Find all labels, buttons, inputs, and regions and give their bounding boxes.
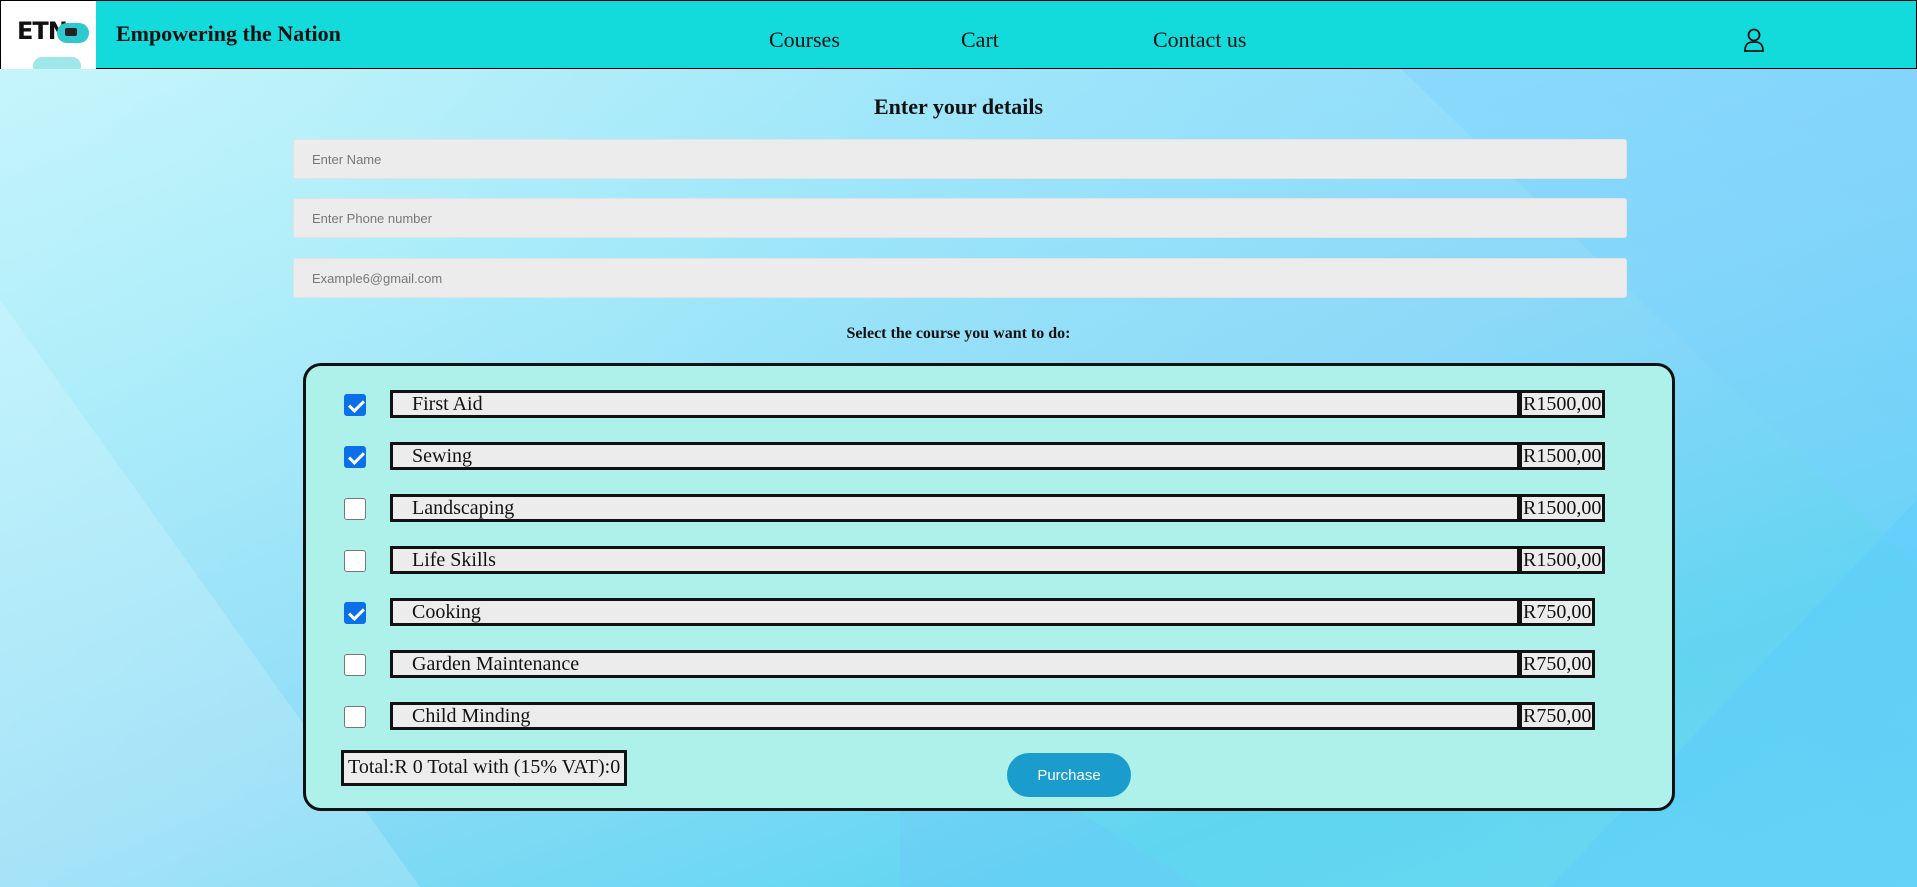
course-price: R1500,00: [1520, 442, 1606, 470]
course-price: R750,00: [1520, 650, 1596, 678]
name-input[interactable]: [293, 139, 1627, 179]
course-checkbox[interactable]: [344, 654, 366, 676]
course-checkbox[interactable]: [344, 394, 366, 416]
email-input[interactable]: [293, 258, 1627, 298]
brand-title: Empowering the Nation: [116, 21, 341, 46]
course-price: R1500,00: [1520, 390, 1606, 418]
details-heading: Enter your details: [873, 94, 1044, 119]
course-price: R1500,00: [1520, 494, 1606, 522]
course-name: Life Skills: [390, 546, 1520, 574]
purchase-button[interactable]: Purchase: [1007, 753, 1131, 797]
course-row: Garden Maintenance R750,00: [306, 649, 1672, 679]
nav-courses[interactable]: Courses: [769, 27, 840, 53]
course-row: Landscaping R1500,00: [306, 493, 1672, 523]
course-name: Garden Maintenance: [390, 650, 1520, 678]
course-panel: First Aid R1500,00 Sewing R1500,00 Lands…: [303, 363, 1675, 811]
nav-cart[interactable]: Cart: [961, 27, 999, 53]
course-row: Life Skills R1500,00: [306, 545, 1672, 575]
top-navbar: ETN Empowering the Nation Courses Cart C…: [0, 0, 1917, 69]
course-checkbox[interactable]: [344, 498, 366, 520]
course-name: Child Minding: [390, 702, 1520, 730]
course-checkbox[interactable]: [344, 602, 366, 624]
user-icon[interactable]: [1743, 28, 1765, 52]
course-name: Sewing: [390, 442, 1520, 470]
course-name: Cooking: [390, 598, 1520, 626]
nav-contact-us[interactable]: Contact us: [1153, 27, 1247, 53]
course-select-label: Select the course you want to do:: [846, 325, 1071, 342]
course-row: Child Minding R750,00: [306, 701, 1672, 731]
logo[interactable]: ETN: [1, 1, 96, 69]
course-row: Cooking R750,00: [306, 597, 1672, 627]
phone-input[interactable]: [293, 198, 1627, 238]
cloud-icon: [33, 57, 81, 69]
course-price: R750,00: [1520, 702, 1596, 730]
course-row: First Aid R1500,00: [306, 389, 1672, 419]
course-row: Sewing R1500,00: [306, 441, 1672, 471]
course-price: R750,00: [1520, 598, 1596, 626]
course-name: First Aid: [390, 390, 1520, 418]
course-price: R1500,00: [1520, 546, 1606, 574]
course-checkbox[interactable]: [344, 706, 366, 728]
total-display: Total:R 0 Total with (15% VAT):0: [341, 750, 628, 786]
course-name: Landscaping: [390, 494, 1520, 522]
cloud-icon: [57, 23, 89, 43]
course-checkbox[interactable]: [344, 550, 366, 572]
course-checkbox[interactable]: [344, 446, 366, 468]
